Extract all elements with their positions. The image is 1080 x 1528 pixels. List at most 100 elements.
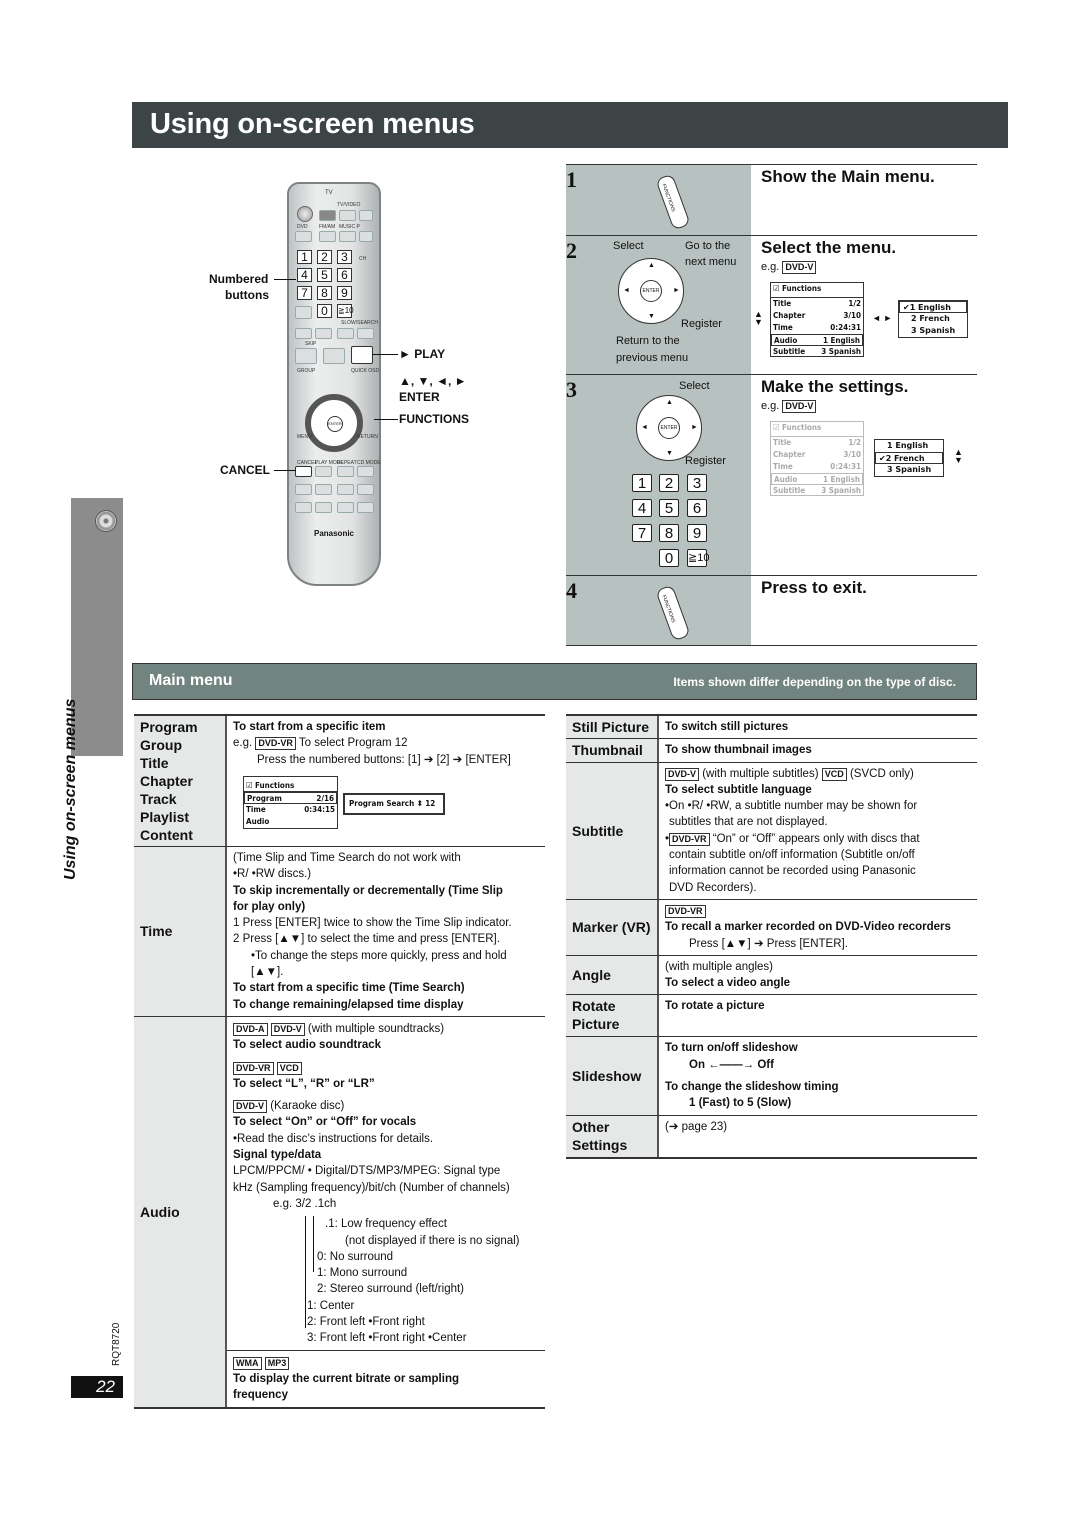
disc-icon [90,505,122,537]
value-heading: To change the slideshow timing [665,1081,839,1094]
up-down-arrows-icon: ▲ ▼ [754,309,763,327]
osd-row: Time 0:34:15 [244,804,337,816]
osd-row: Title 1/2 [771,437,863,449]
label-register: Register [681,318,722,330]
language-list: ✔1 English 2 French 3 Spanish [898,300,968,338]
callout-functions: FUNCTIONS [399,412,469,426]
table-row-time: Time (Time Slip and Time Search do not w… [134,847,545,1017]
text-line: •On •R/ •RW, a subtitle number may be sh… [665,800,918,813]
program-osd-example: ☑ Functions Program 2/16 Time 0:34:15 Audi… [233,774,539,836]
keypad-2: 2 [659,474,679,492]
disc-type-tag: DVD-VR [665,904,706,918]
osd-value: 1/2 [848,299,861,308]
label-return-2: previous menu [616,352,689,364]
text-line: 1 Press [ENTER] twice to show the Time S… [233,917,512,930]
disc-type-tag: WMA [233,1356,262,1370]
osd-row: Time 0:24:31 [771,322,863,334]
keypad-5: 5 [659,499,679,517]
remote-button [319,231,336,242]
remote-button [337,328,354,339]
value-heading: Signal type/data [233,1149,322,1162]
value-heading: To select “L”, “R” or “LR” [233,1077,375,1090]
osd-value: 3 Spanish [821,486,861,495]
left-menu-table: Program Group Title Chapter Track Playli… [134,714,545,1409]
callout-enter: ENTER [399,390,440,404]
steps-panel: 1 FUNCTIONS Show the Main menu. 2 Select… [566,164,977,646]
text-line: DVD Recorders). [669,881,757,894]
value-heading: To switch still pictures [665,721,789,733]
osd-key: Subtitle [773,347,806,356]
language-list: 1 English ✔2 French 3 Spanish [874,439,944,477]
tag-line: DVD-VR VCD [233,1060,539,1076]
value-heading: To display the current bitrate or sampli… [233,1372,459,1385]
disc-type-tag: DVD-VR [669,832,710,846]
step-1-illustration: 1 FUNCTIONS [566,165,751,235]
text-line: (Karaoke disc) [270,1100,345,1113]
page-reference-link[interactable]: (➔ page 23) [659,1116,977,1157]
table-value: To turn on/off slideshow On ←——→ Off To … [659,1037,977,1114]
value-heading: To select “On” or “Off” for vocals [233,1116,417,1129]
remote-label: DVD [297,224,308,230]
step-title: Show the Main menu. [761,167,935,186]
label-register: Register [685,455,726,467]
table-row-thumbnail: Thumbnail To show thumbnail images [566,739,977,763]
text-line: contain subtitle on/off information (Sub… [669,849,915,862]
osd-row-selected: Audio 1 English [771,473,863,485]
remote-label: SLOW/SEARCH [341,320,378,326]
label-next-menu: Go to the [685,240,731,252]
remote-enter-button: ENTER [327,416,343,432]
remote-play-button [351,346,373,364]
remote-label: TV/VIDEO [337,202,361,208]
text-line: Press [▲▼] ➔ Press [ENTER]. [689,937,848,950]
remote-button [359,210,373,221]
menu-item-angle: Angle [566,955,659,995]
osd-key: Time [246,804,266,814]
osd-value: 3/10 [843,450,861,459]
remote-button [357,328,374,339]
osd-row: Audio [244,816,337,828]
label-select: Select [613,240,644,252]
remote-control-illustration: TV TV/VIDEO DVD FM/AM MUSIC P 1 2 3 4 5 … [287,182,381,586]
remote-label: MUSIC P [339,224,360,230]
main-menu-header: Main menu Items shown differ depending o… [132,663,977,700]
disc-type-tag: DVD-VR [233,1061,274,1075]
example-tag-line: e.g. DVD-V [761,400,817,413]
osd-value: 2/16 [316,793,334,803]
disc-type-tag: VCD [276,1061,302,1075]
remote-key-3: 3 [337,250,352,264]
step-1: 1 FUNCTIONS Show the Main menu. [566,164,977,235]
label-next-menu-2: next menu [685,256,737,268]
callout-cancel: CANCEL [220,463,270,477]
menu-item-other-settings: Other Settings [566,1115,659,1157]
remote-button [295,502,312,513]
remote-label: GROUP [297,368,316,374]
osd-header-label: Functions [254,780,295,790]
language-option: 3 Spanish [911,326,956,335]
text-line: LPCM/PPCM/ • Digital/DTS/MP3/MPEG: Signa… [233,1165,501,1178]
table-row-audio: Audio DVD-A DVD-V (with multiple soundtr… [134,1016,545,1407]
value-heading: To turn on/off slideshow [665,1042,798,1055]
audio-values: DVD-A DVD-V (with multiple soundtracks) … [227,1017,545,1407]
table-row-angle: Angle (with multiple angles) To select a… [566,955,977,996]
right-menu-table: Still Picture To switch still pictures T… [566,714,977,1159]
osd-row: Title 1/2 [771,298,863,310]
osd-key: Audio [774,336,798,345]
remote-key-0: 0 [317,304,332,318]
main-menu-note: Items shown differ depending on the type… [673,675,956,689]
text-line: •R/ •RW discs.) [233,868,312,881]
table-value: WMA MP3 To display the current bitrate o… [227,1349,545,1407]
value-heading: To rotate a picture [665,1000,765,1013]
table-row-still-picture: Still Picture To switch still pictures [566,716,977,740]
text-line: •To change the steps more quickly, press… [251,949,507,962]
remote-button [357,466,374,477]
enter-button-icon: ENTER [658,417,680,439]
step-2-illustration: 2 Select Go to the next menu ▲ ▼ ◄ ► ENT… [566,236,751,374]
table-row-subtitle: Subtitle DVD-V (with multiple subtitles)… [566,762,977,900]
callout-line [374,419,398,420]
disc-type-tag: VCD [821,767,847,781]
osd-row-selected: Program 2/16 [244,791,337,804]
menu-item-program: Program [140,719,198,735]
table-value: (Time Slip and Time Search do not work w… [227,847,545,1016]
table-row-slideshow: Slideshow To turn on/off slideshow On ←—… [566,1037,977,1116]
remote-cancel-button [295,466,312,477]
